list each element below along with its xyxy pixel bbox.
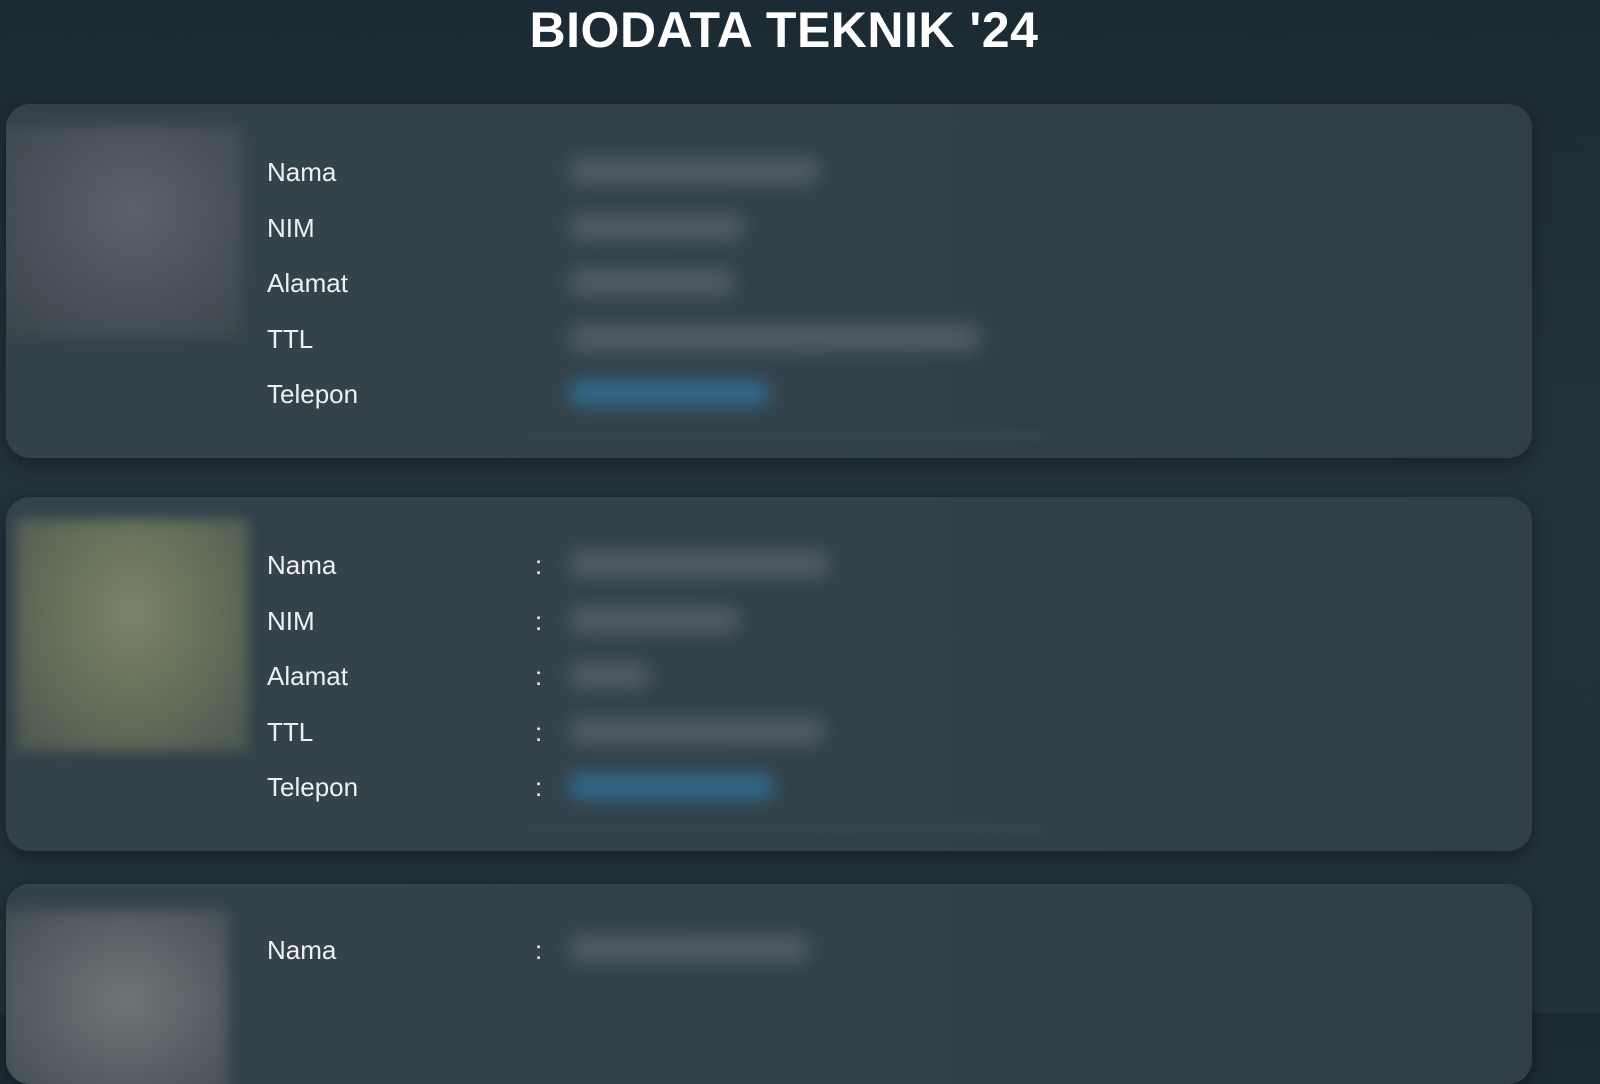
field-row-nama: Nama : <box>267 930 1467 986</box>
student-fields: Nama NIM Alamat TTL Telepon <box>267 152 1467 430</box>
field-value-blurred <box>569 606 739 633</box>
student-card: Nama NIM Alamat TTL Telepon <box>6 104 1532 458</box>
field-label: Nama <box>267 550 337 580</box>
field-value-blurred <box>569 269 734 295</box>
student-fields: Nama : NIM : Alamat : TTL : Telepon : <box>267 545 1467 823</box>
field-label: Telepon <box>267 772 359 802</box>
field-row-nim: NIM <box>267 208 1467 264</box>
page-title: BIODATA TEKNIK '24 <box>529 2 1039 58</box>
field-row-ttl: TTL : <box>267 712 1467 768</box>
field-label: Nama <box>267 157 337 187</box>
field-row-nama: Nama <box>267 152 1467 208</box>
field-row-alamat: Alamat <box>267 263 1467 319</box>
field-row-ttl: TTL <box>267 319 1467 375</box>
field-row-telepon: Telepon : <box>267 767 1467 823</box>
divider <box>526 827 1046 831</box>
field-colon: : <box>535 716 543 747</box>
field-value-blurred <box>569 662 649 688</box>
field-value-blurred <box>569 936 809 962</box>
field-label: Alamat <box>267 268 348 298</box>
field-value-blurred <box>569 717 824 744</box>
phone-link-blurred[interactable] <box>569 773 774 799</box>
field-colon: : <box>535 661 543 691</box>
field-colon: : <box>535 935 543 965</box>
field-label: Alamat <box>267 661 348 691</box>
divider <box>526 434 1046 438</box>
field-value-blurred <box>569 158 819 184</box>
student-photo <box>16 519 248 751</box>
field-label: NIM <box>267 605 315 636</box>
field-colon: : <box>535 550 543 580</box>
field-colon: : <box>535 772 543 802</box>
field-row-telepon: Telepon <box>267 374 1467 430</box>
student-card: Nama : NIM : Alamat : TTL : Telepon : <box>6 497 1532 851</box>
field-value-blurred <box>569 551 829 577</box>
phone-link-blurred[interactable] <box>569 380 769 406</box>
student-card: Nama : <box>6 884 1532 1084</box>
student-fields: Nama : <box>267 930 1467 986</box>
field-label: TTL <box>267 323 314 354</box>
field-label: NIM <box>267 212 315 243</box>
field-label: TTL <box>267 716 314 747</box>
student-photo <box>6 126 242 338</box>
field-row-nim: NIM : <box>267 601 1467 657</box>
field-label: Telepon <box>267 379 359 409</box>
field-value-blurred <box>569 213 744 240</box>
field-row-nama: Nama : <box>267 545 1467 601</box>
field-value-blurred <box>569 324 979 351</box>
field-colon: : <box>535 605 543 636</box>
student-photo <box>6 910 228 1084</box>
field-row-alamat: Alamat : <box>267 656 1467 712</box>
field-label: Nama <box>267 935 337 965</box>
